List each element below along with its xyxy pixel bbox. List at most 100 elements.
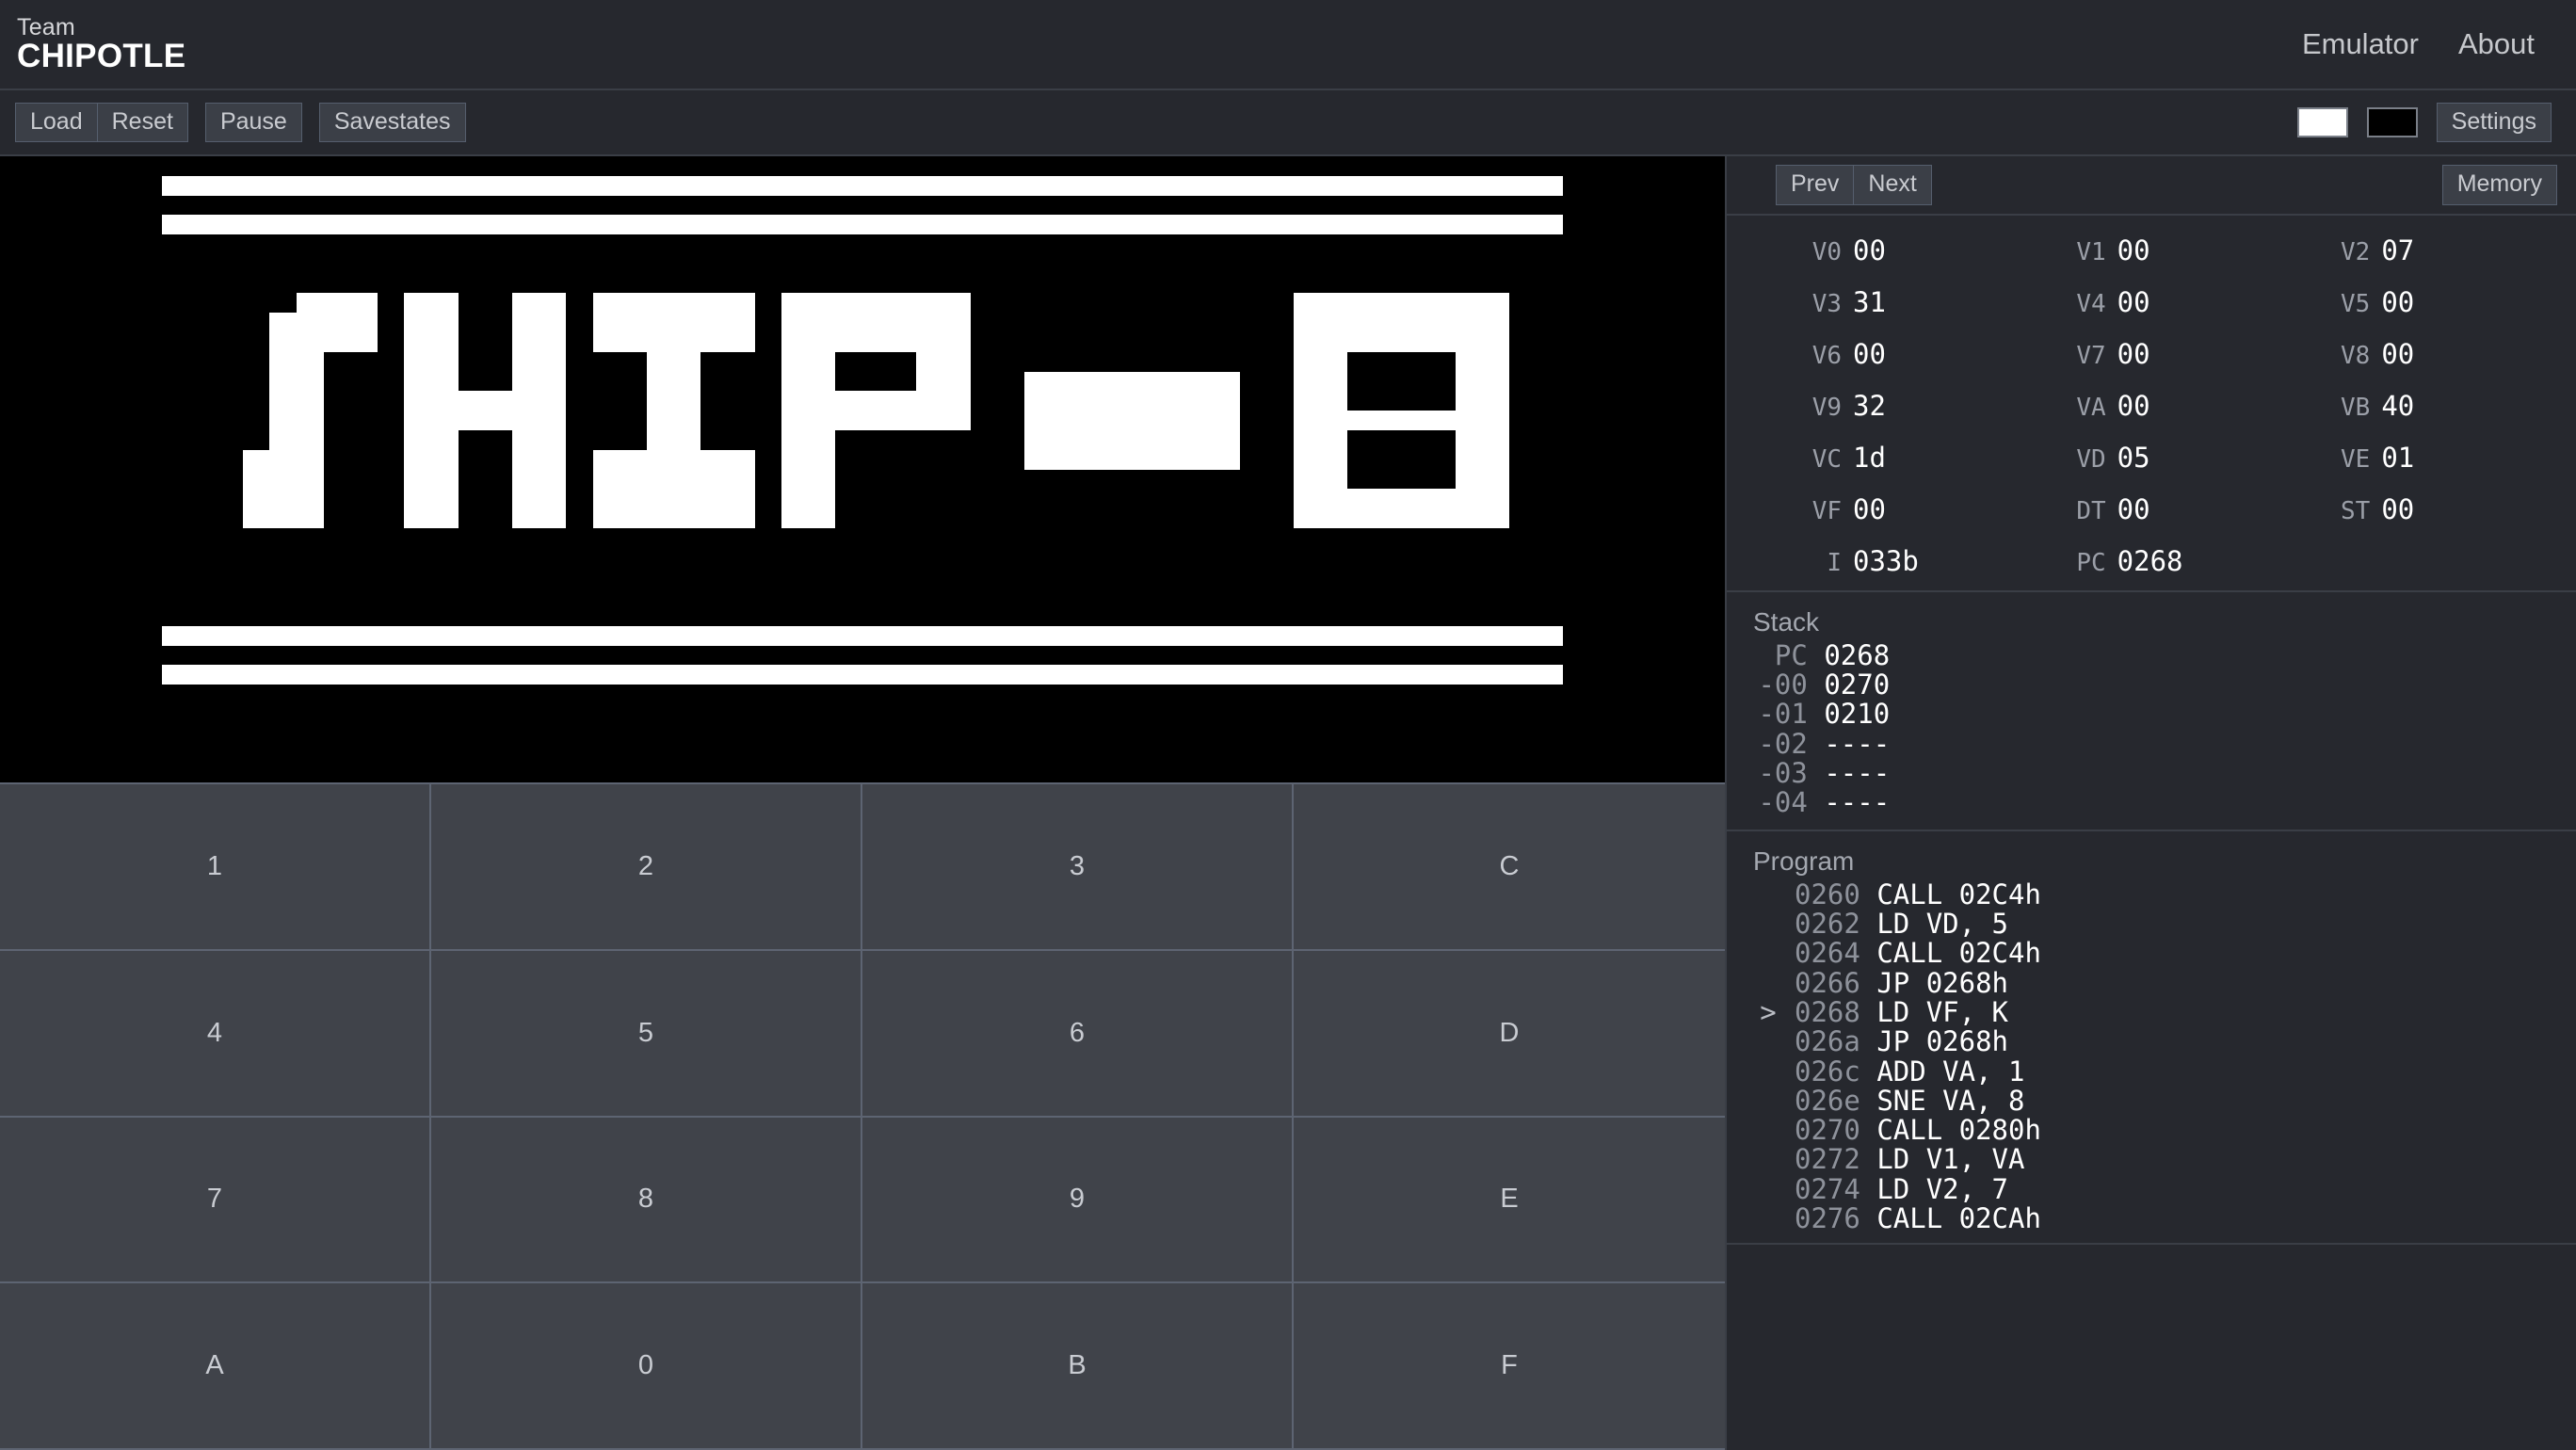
chip8-pixel-run (647, 371, 701, 392)
stack-row-label: PC (1742, 638, 1825, 671)
program-row[interactable]: 0264 CALL 02C4h (1742, 938, 2561, 968)
chip8-display[interactable] (0, 156, 1725, 782)
keypad-key-d[interactable]: D (1294, 951, 1725, 1118)
program-row[interactable]: 026a JP 0268h (1742, 1026, 2561, 1056)
keypad-key-c[interactable]: C (1294, 784, 1725, 951)
keypad-key-9[interactable]: 9 (862, 1117, 1294, 1284)
chip8-pixel-run (592, 332, 755, 352)
brand-name-label: CHIPOTLE (17, 37, 186, 74)
savestates-button[interactable]: Savestates (318, 102, 466, 143)
program-current-marker (1742, 1116, 1795, 1145)
nav-link-emulator[interactable]: Emulator (2302, 27, 2419, 61)
program-row[interactable]: 026c ADD VA, 1 (1742, 1056, 2561, 1087)
chip8-pixel-run (269, 332, 378, 352)
program-address: 0268 (1795, 995, 1877, 1028)
chip8-pixel-run (592, 313, 755, 333)
stack-row-value: 0210 (1824, 698, 1891, 731)
register-value: 0268 (2117, 544, 2183, 577)
keypad-key-8[interactable]: 8 (431, 1117, 862, 1284)
chip8-pixel-run (269, 313, 378, 333)
program-row[interactable]: >0268 LD VF, K (1742, 995, 2561, 1028)
register-value: 00 (2381, 492, 2415, 525)
register-va: VA 00 (2020, 390, 2284, 422)
keypad-key-5[interactable]: 5 (431, 950, 862, 1118)
program-row[interactable]: 0262 LD VD, 5 (1742, 907, 2561, 940)
register-v5: V5 00 (2283, 286, 2548, 318)
program-instruction: SNE VA, 8 (1876, 1084, 2025, 1117)
chip8-pixel-run (647, 391, 701, 411)
stack-row-label: -01 (1742, 698, 1825, 731)
chip8-pixel-run (592, 489, 755, 509)
program-address: 0266 (1795, 966, 1877, 999)
nav-link-about[interactable]: About (2458, 27, 2535, 61)
keypad-key-b[interactable]: B (862, 1283, 1294, 1450)
register-value: 00 (2117, 285, 2150, 318)
register-value: 00 (2117, 337, 2150, 370)
chip8-pixel-run (161, 665, 1564, 685)
brand-logo: Team CHIPOTLE (17, 14, 186, 74)
memory-button[interactable]: Memory (2441, 165, 2557, 205)
stack-row-value: ---- (1824, 786, 1891, 819)
keypad-key-4[interactable]: 4 (0, 950, 431, 1118)
chip8-pixel-run (404, 391, 567, 411)
chip8-pixel-run (916, 371, 971, 392)
register-name: PC (2076, 548, 2106, 577)
register-value: 01 (2381, 441, 2415, 474)
program-row[interactable]: 0274 LD V2, 7 (1742, 1174, 2561, 1204)
chip8-pixel-run (161, 215, 1564, 235)
chip8-pixel-run (647, 429, 701, 450)
register-name: VC (1811, 444, 1842, 474)
prev-step-button[interactable]: Prev (1776, 165, 1855, 205)
chip8-pixel-run (404, 371, 459, 392)
keypad-key-2[interactable]: 2 (431, 784, 862, 951)
settings-button[interactable]: Settings (2436, 102, 2552, 143)
stack-row: -02 ---- (1742, 729, 2561, 759)
program-instruction: CALL 0280h (1876, 1114, 2041, 1147)
program-address: 026e (1795, 1084, 1877, 1117)
chip8-pixel-run (592, 508, 755, 528)
keypad-key-e[interactable]: E (1294, 1118, 1725, 1284)
register-name: ST (2341, 496, 2371, 525)
chip8-pixel-run (404, 411, 567, 430)
register-v8: V8 00 (2283, 338, 2548, 370)
keypad-key-label: B (1068, 1350, 1087, 1381)
program-row[interactable]: 026e SNE VA, 8 (1742, 1084, 2561, 1117)
keypad-key-a[interactable]: A (0, 1283, 431, 1450)
keypad-key-3[interactable]: 3 (862, 784, 1294, 951)
keypad-key-6[interactable]: 6 (862, 950, 1294, 1118)
chip8-pixel-run (511, 508, 567, 528)
keypad-key-7[interactable]: 7 (0, 1117, 431, 1284)
load-button[interactable]: Load (15, 102, 98, 143)
program-address: 0262 (1795, 907, 1877, 940)
program-row[interactable]: 0260 CALL 02C4h (1742, 878, 2561, 910)
stack-row-label: -04 (1742, 786, 1825, 819)
chip8-pixel-run (781, 449, 836, 470)
keypad-key-label: E (1500, 1184, 1519, 1215)
next-step-button[interactable]: Next (1853, 165, 1932, 205)
program-address: 0260 (1795, 878, 1877, 910)
background-color-swatch[interactable] (2366, 107, 2418, 137)
program-row[interactable]: 0276 CALL 02CAh (1742, 1203, 2561, 1233)
register-value: 00 (1853, 337, 1886, 370)
program-row[interactable]: 0272 LD V1, VA (1742, 1145, 2561, 1175)
chip8-pixel-run (781, 351, 836, 372)
reset-button[interactable]: Reset (96, 102, 188, 143)
program-row[interactable]: 0270 CALL 0280h (1742, 1114, 2561, 1147)
toolbar-right-group: Settings (2296, 102, 2552, 143)
chip8-pixel-run (404, 508, 459, 528)
register-v9: V9 32 (1755, 390, 2020, 422)
program-section: Program 0260 CALL 02C4h 0262 LD VD, 5 0264… (1727, 831, 2576, 1246)
foreground-color-swatch[interactable] (2296, 107, 2348, 137)
pause-button[interactable]: Pause (204, 102, 302, 143)
chip8-pixel-run (404, 449, 459, 470)
program-title: Program (1753, 846, 1855, 876)
register-name: V2 (2341, 237, 2371, 266)
keypad-key-f[interactable]: F (1294, 1283, 1725, 1450)
chip8-pixel-run (1294, 351, 1348, 372)
program-row[interactable]: 0266 JP 0268h (1742, 966, 2561, 999)
emulator-toolbar: Load Reset Pause Savestates Settings (0, 90, 2576, 156)
keypad-key-0[interactable]: 0 (431, 1283, 862, 1450)
register-v2: V2 07 (2283, 234, 2548, 266)
keypad-key-1[interactable]: 1 (0, 784, 431, 951)
chip8-pixel-run (242, 508, 324, 528)
